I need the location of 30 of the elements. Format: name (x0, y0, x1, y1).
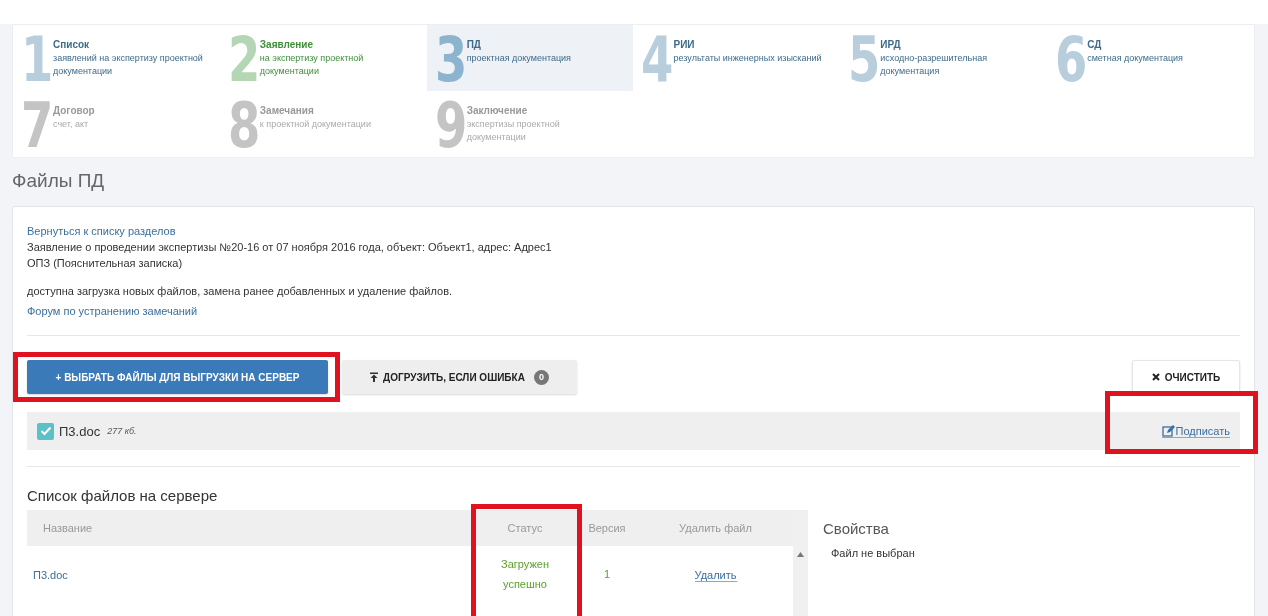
file-size: 277 кб. (107, 426, 137, 436)
status-text: Загружен успешно (500, 557, 550, 592)
count-badge: 0 (533, 369, 549, 385)
properties-title: Свойства (823, 520, 890, 537)
application-info: Заявление о проведении экспертизы №20-16 от 07 ноября 2016 года, объект: Объект1, адрес: Адрес1 (27, 240, 553, 255)
file-name: П3.doc (59, 423, 101, 439)
scrollbar[interactable] (793, 510, 808, 616)
properties-message: Файл не выбран (830, 547, 915, 559)
close-icon (1151, 373, 1160, 381)
forum-link[interactable]: Форум по устранению замечаний (27, 305, 198, 317)
scroll-up-icon[interactable] (797, 552, 804, 557)
upload-icon (370, 372, 379, 382)
retry-upload-button[interactable]: ДОГРУЗИТЬ, ЕСЛИ ОШИБКА 0 (342, 360, 577, 394)
clear-button[interactable]: ОЧИСТИТЬ (1132, 360, 1240, 394)
column-header: Название (42, 522, 94, 534)
section-name: ОПЗ (Пояснительная записка) (27, 256, 184, 271)
column-header: Версия (587, 522, 627, 534)
version-text: 1 (603, 567, 611, 582)
column-header: Статус (474, 522, 576, 534)
permissions-note: доступна загрузка новых файлов, замена ранее добавленных и удаление файлов. (27, 284, 454, 299)
edit-icon (1161, 424, 1175, 437)
file-link[interactable]: П3.doc (33, 569, 68, 581)
page-title: Файлы ПД (12, 170, 106, 193)
sign-link[interactable]: Подписать (1161, 424, 1230, 438)
choose-files-button[interactable]: + ВЫБРАТЬ ФАЙЛЫ ДЛЯ ВЫГРУЗКИ НА СЕРВЕР (27, 360, 328, 394)
column-header: Удалить файл (678, 522, 753, 534)
checkbox[interactable] (37, 422, 54, 440)
section-title: Список файлов на сервере (27, 487, 219, 504)
back-link[interactable]: Вернуться к списку разделов (27, 223, 176, 239)
delete-link[interactable]: Удалить (694, 569, 737, 582)
